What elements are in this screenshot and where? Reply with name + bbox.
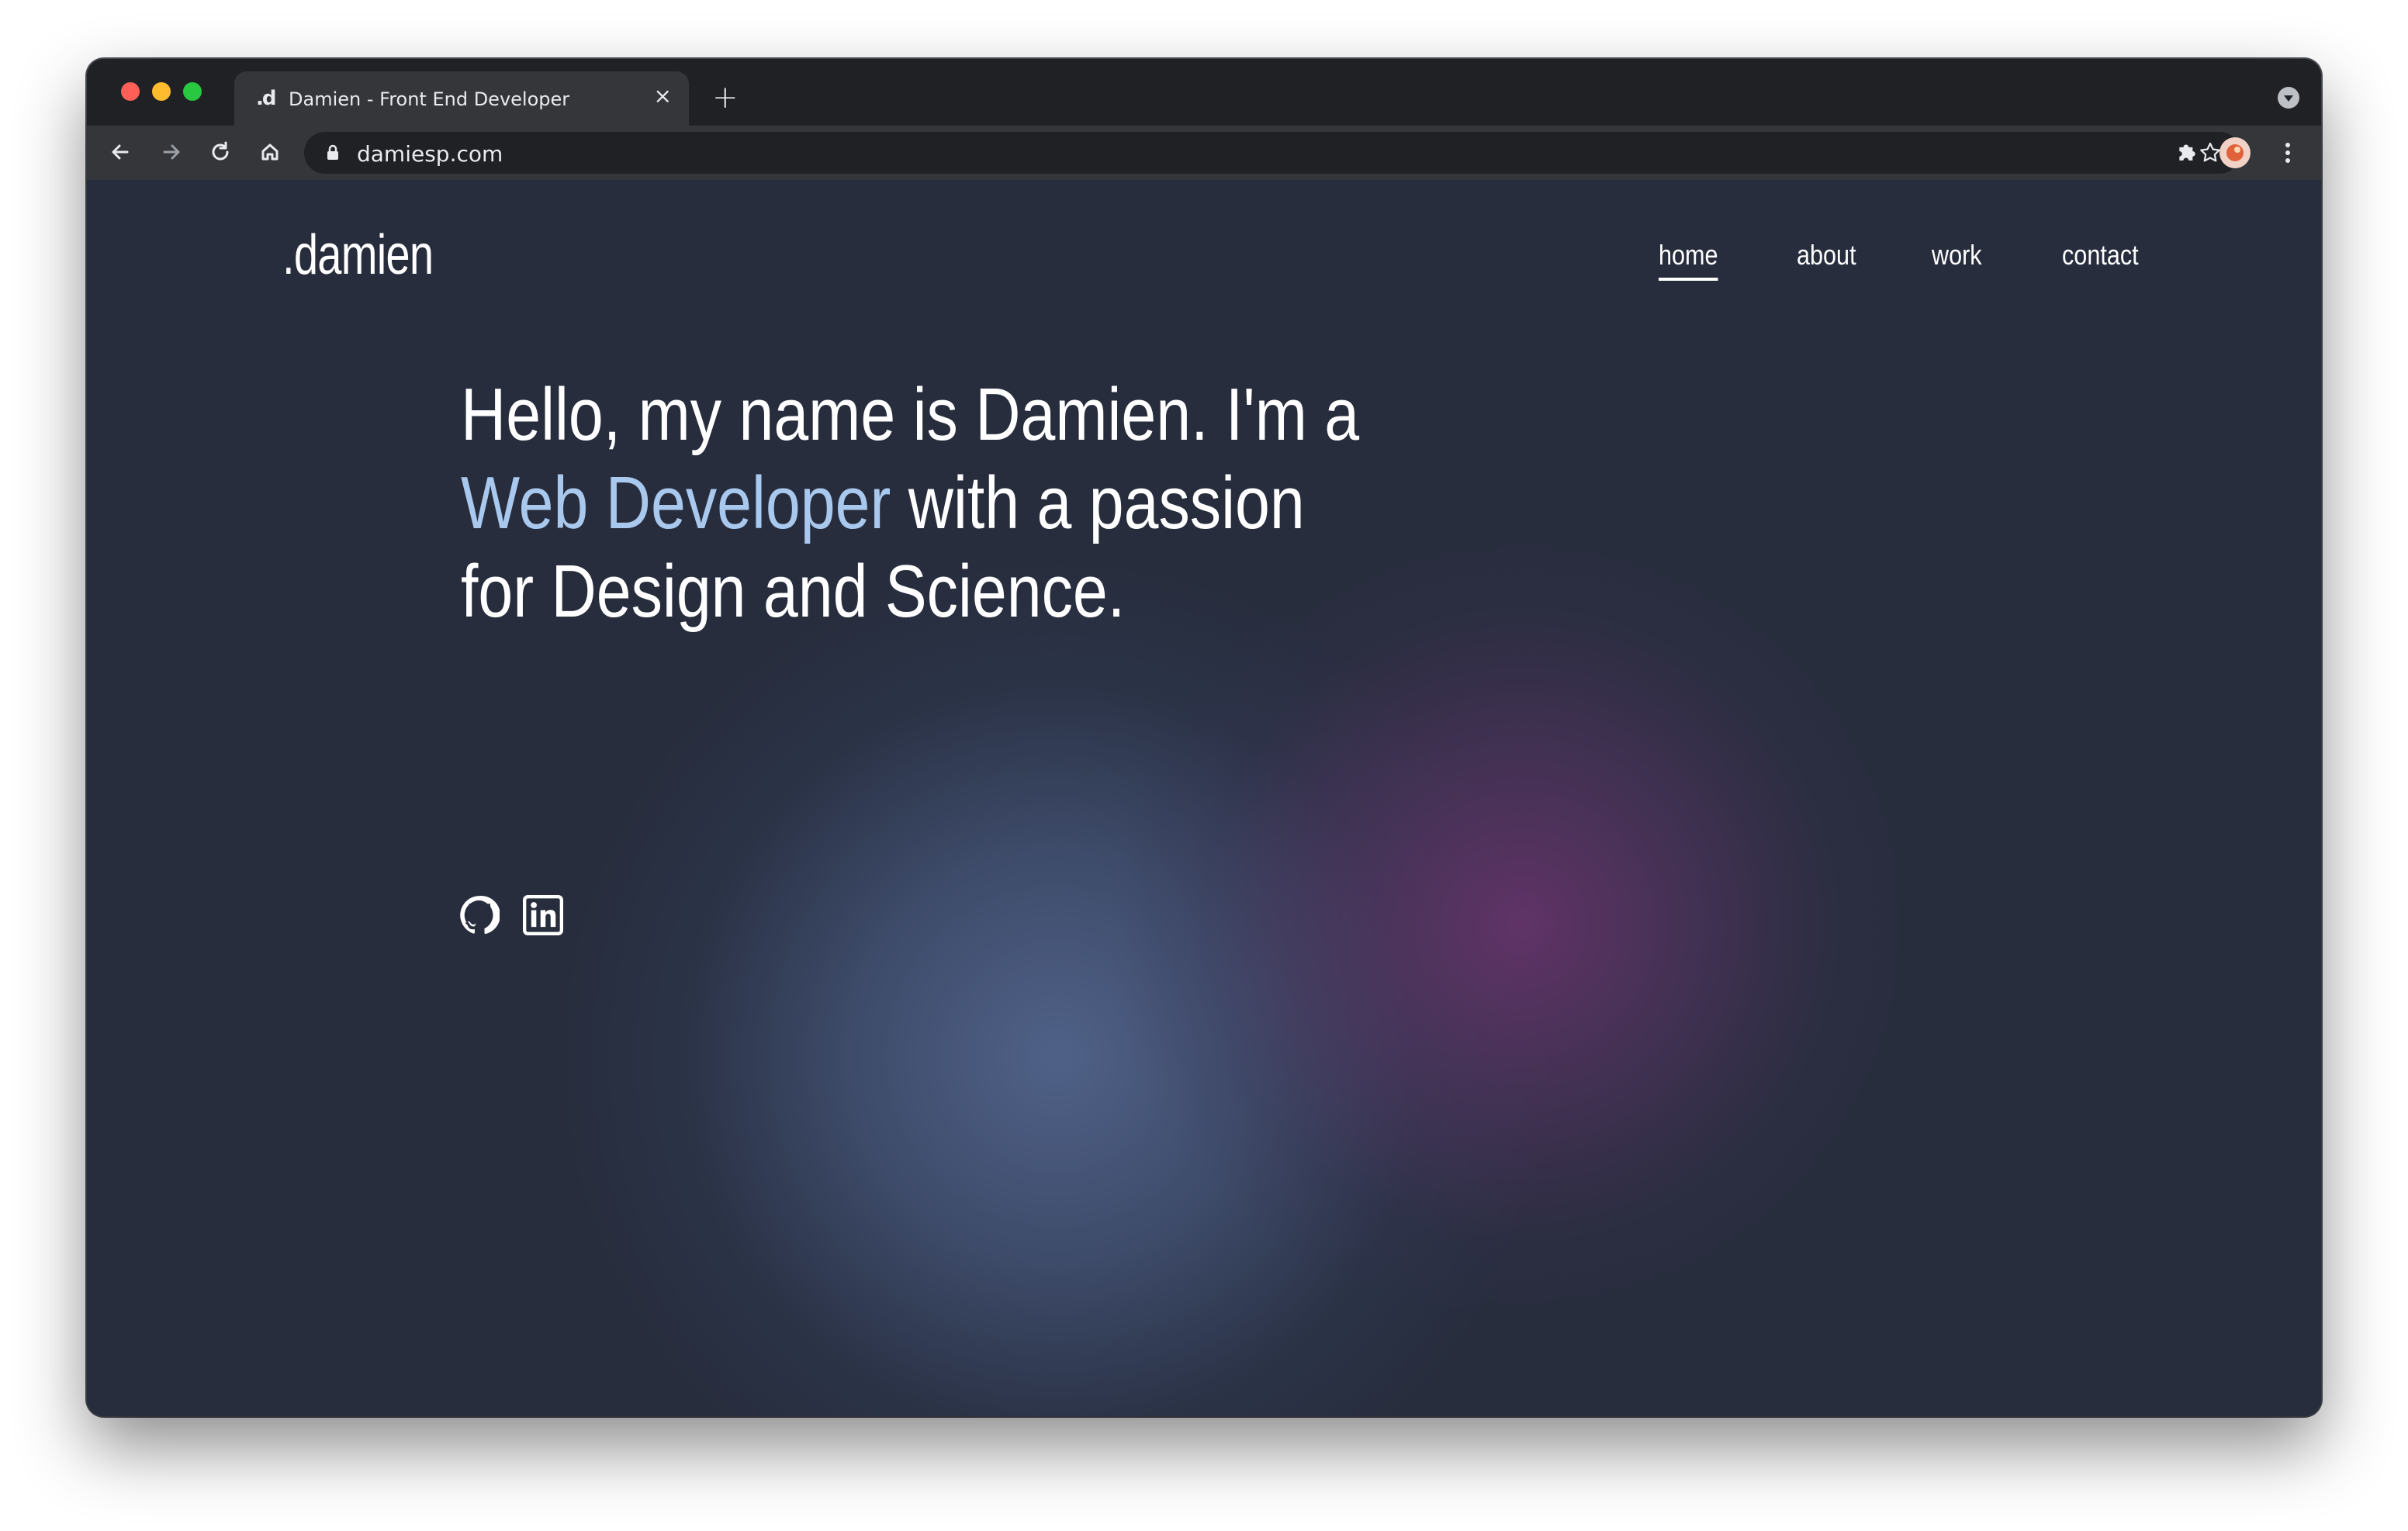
minimize-window-button[interactable] [152, 82, 171, 101]
tab-close-icon[interactable]: × [654, 85, 672, 107]
reload-icon[interactable] [203, 135, 237, 169]
background-glow-purple [1095, 537, 1949, 1312]
hero-line-2: Web Developer with a passion [461, 459, 1438, 548]
nav-link-work[interactable]: work [1932, 239, 1982, 271]
site-logo[interactable]: .damien [282, 223, 434, 287]
tab-search-icon[interactable] [2278, 87, 2299, 109]
github-icon[interactable] [459, 895, 500, 935]
back-arrow-icon[interactable] [104, 135, 138, 169]
maximize-window-button[interactable] [183, 82, 202, 101]
profile-avatar[interactable] [2219, 137, 2251, 169]
nav-link-about[interactable]: about [1797, 239, 1856, 271]
linkedin-icon[interactable] [523, 895, 563, 935]
close-window-button[interactable] [121, 82, 140, 101]
more-menu-icon[interactable] [2273, 138, 2302, 168]
forward-arrow-icon[interactable] [154, 135, 188, 169]
lock-icon [327, 144, 338, 160]
url-text: damiesp.com [357, 141, 503, 167]
hero-accent-text: Web Developer [461, 461, 891, 544]
tab-title: Damien - Front End Developer [289, 88, 570, 110]
hero-line-1: Hello, my name is Damien. I'm a [461, 373, 1360, 456]
address-bar[interactable]: damiesp.com [304, 132, 2240, 174]
hero-line-3: for Design and Science. [461, 550, 1126, 633]
tab-strip: .d Damien - Front End Developer × + [87, 59, 2321, 126]
home-icon[interactable] [253, 135, 287, 169]
browser-tab-active[interactable]: .d Damien - Front End Developer × [234, 71, 689, 126]
browser-window: .d Damien - Front End Developer × + dami… [87, 59, 2321, 1416]
hero-heading: Hello, my name is Damien. I'm a Web Deve… [461, 371, 1438, 636]
page-viewport: .damien home about work contact Hello, m… [87, 180, 2321, 1416]
site-favicon-icon: .d [256, 87, 276, 110]
extensions-puzzle-icon[interactable] [2172, 138, 2202, 168]
new-tab-button[interactable]: + [712, 82, 739, 113]
hero-line-2-rest: with a passion [891, 461, 1305, 544]
nav-link-contact[interactable]: contact [2062, 239, 2139, 271]
browser-toolbar: damiesp.com [87, 126, 2321, 180]
nav-link-home[interactable]: home [1659, 239, 1718, 281]
